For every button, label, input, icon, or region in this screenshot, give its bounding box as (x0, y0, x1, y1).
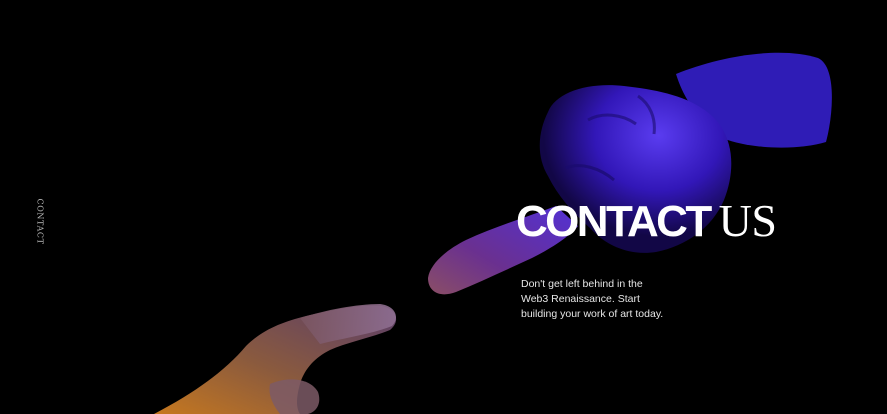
heading-word-contact: CONTACT (516, 197, 712, 246)
lower-thumb-shape (269, 379, 320, 414)
side-nav-contact-label: CONTACT (35, 197, 45, 245)
hero-tagline: Don't get left behind in the Web3 Renais… (521, 278, 664, 320)
contact-page: CONTACT CONTACT US Don't get left behind … (0, 0, 887, 414)
heading-word-us: US (718, 195, 777, 246)
contact-us-heading: CONTACT US (516, 195, 777, 246)
side-nav-contact-link[interactable]: CONTACT (33, 198, 47, 244)
